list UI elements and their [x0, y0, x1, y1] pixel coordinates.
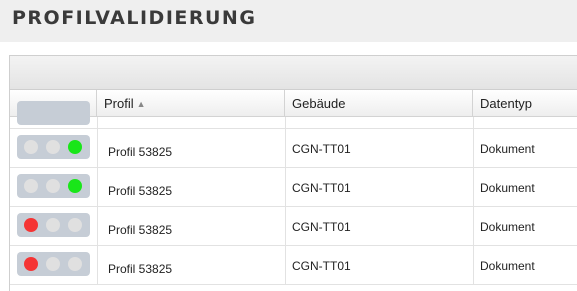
profile-grid: Profil ▲ Gebäude Datentyp Profil 53825 CG… [9, 55, 577, 291]
sort-ascending-icon: ▲ [136, 99, 146, 109]
status-lamp-green [68, 218, 82, 232]
cell-profil: Profil 53825 [108, 262, 173, 276]
cell-gebaeude: CGN-TT01 [292, 220, 351, 234]
column-header-datentyp[interactable]: Datentyp [473, 90, 577, 116]
column-header-profil-label: Profil [104, 96, 134, 111]
column-header-gebaeude[interactable]: Gebäude [285, 90, 473, 116]
cell-profil: Profil 53825 [108, 145, 173, 159]
traffic-light-indicator [17, 101, 90, 125]
page-title: PROFILVALIDIERUNG [12, 7, 257, 29]
column-header-row: Profil ▲ Gebäude Datentyp [10, 90, 577, 117]
table-row[interactable]: Profil 53825 CGN-TT01 Dokument [10, 129, 577, 168]
status-lamp-green [68, 257, 82, 271]
cell-gebaeude: CGN-TT01 [292, 142, 351, 156]
status-lamp-yellow [46, 218, 60, 232]
table-row[interactable]: Profil 53825 CGN-TT01 Dokument [10, 246, 577, 285]
status-lamp-green [68, 179, 82, 193]
cell-datentyp: Dokument [480, 142, 535, 156]
status-lamp-red [24, 218, 38, 232]
status-lamp-yellow [46, 257, 60, 271]
column-header-gebaeude-label: Gebäude [292, 96, 346, 111]
table-row[interactable]: Profil 53825 CGN-TT01 Dokument [10, 168, 577, 207]
status-lamp-red [24, 257, 38, 271]
traffic-light-indicator [17, 174, 90, 198]
grid-body[interactable]: Profil 53825 CGN-TT01 Dokument Profil 53… [10, 101, 577, 285]
cell-datentyp: Dokument [480, 220, 535, 234]
column-header-datentyp-label: Datentyp [480, 96, 533, 111]
status-lamp-green [68, 140, 82, 154]
table-row-partial [10, 101, 577, 129]
cell-datentyp: Dokument [480, 181, 535, 195]
cell-gebaeude: CGN-TT01 [292, 181, 351, 195]
cell-gebaeude: CGN-TT01 [292, 259, 351, 273]
column-header-profil[interactable]: Profil ▲ [97, 90, 285, 116]
status-lamp-yellow [46, 140, 60, 154]
cell-profil: Profil 53825 [108, 223, 173, 237]
cell-datentyp: Dokument [480, 259, 535, 273]
traffic-light-indicator [17, 135, 90, 159]
status-lamp-red [24, 140, 38, 154]
status-lamp-yellow [46, 179, 60, 193]
traffic-light-indicator [17, 213, 90, 237]
table-row[interactable]: Profil 53825 CGN-TT01 Dokument [10, 207, 577, 246]
grid-toolbar [10, 56, 577, 90]
traffic-light-indicator [17, 252, 90, 276]
status-lamp-red [24, 179, 38, 193]
cell-profil: Profil 53825 [108, 184, 173, 198]
